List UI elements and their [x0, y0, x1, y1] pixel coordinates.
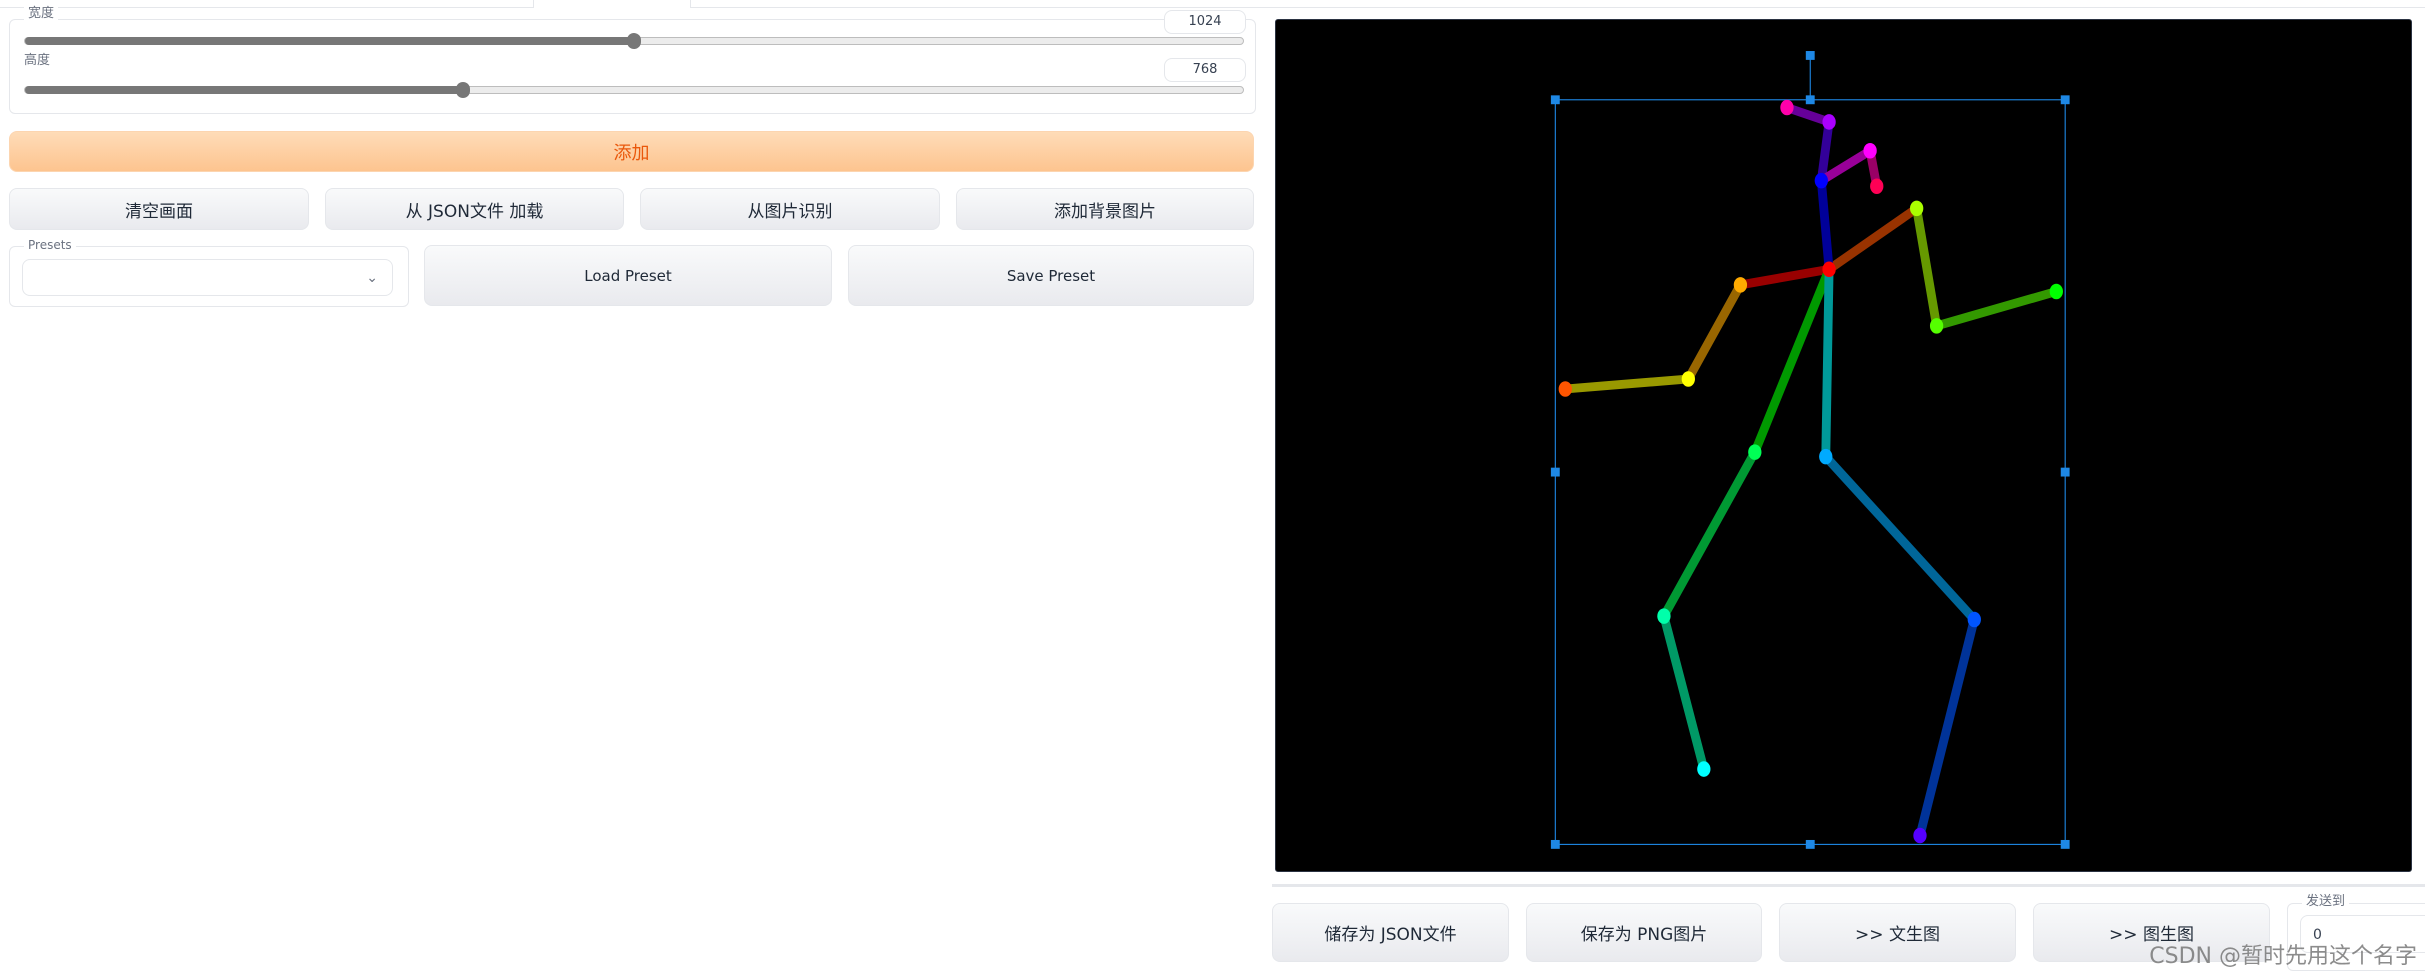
keypoint-right-ear[interactable]	[1780, 99, 1794, 116]
selection-box	[1554, 99, 2066, 845]
tab-inactive-right[interactable]	[690, 0, 2425, 8]
limb-left_hip-left_knee	[1821, 452, 1979, 624]
limb-right_hip-right_knee	[1659, 447, 1760, 621]
limb-neck-left_shoulder	[1824, 203, 1922, 274]
keypoint-right-wrist[interactable]	[1558, 381, 1572, 397]
limb-neck-right_hip	[1750, 264, 1834, 457]
tab-bar	[0, 0, 2425, 8]
send-to-txt2img-button[interactable]: >> 文生图	[1779, 903, 2016, 962]
save-png-button[interactable]: 保存为 PNG图片	[1526, 903, 1762, 962]
width-slider[interactable]	[24, 33, 1244, 49]
keypoint-right-eye[interactable]	[1822, 114, 1836, 130]
limb-neck-left_hip	[1821, 264, 1834, 462]
keypoint-right-ankle[interactable]	[1697, 761, 1711, 777]
keypoint-left-wrist[interactable]	[2049, 283, 2063, 300]
add-background-button[interactable]: 添加背景图片	[956, 188, 1254, 230]
presets-label: Presets	[24, 238, 76, 252]
keypoint-left-shoulder[interactable]	[1910, 200, 1924, 217]
keypoint-left-eye[interactable]	[1863, 142, 1877, 159]
keypoint-left-ankle[interactable]	[1913, 827, 1927, 844]
keypoint-right-knee[interactable]	[1657, 608, 1671, 624]
resize-handle[interactable]	[1550, 467, 1560, 477]
resize-handle[interactable]	[2060, 839, 2070, 849]
pose-canvas[interactable]	[1275, 19, 2412, 872]
keypoint-left-hip[interactable]	[1819, 448, 1833, 465]
resize-handle[interactable]	[1550, 95, 1560, 105]
width-label: 宽度	[24, 7, 59, 21]
pose-skeleton[interactable]	[1276, 20, 2411, 871]
limb-right_elbow-right_wrist	[1560, 374, 1693, 394]
limb-neck-nose	[1816, 176, 1834, 274]
send-to-label: 发送到	[2302, 895, 2350, 909]
height-number-input[interactable]: 768	[1164, 58, 1246, 82]
keypoint-nose[interactable]	[1814, 172, 1828, 189]
resize-handle[interactable]	[2060, 95, 2070, 105]
height-slider-thumb[interactable]	[456, 82, 471, 98]
limb-left_knee-left_ankle	[1915, 615, 1979, 840]
keypoint-left-knee[interactable]	[1967, 611, 1981, 628]
width-number-input[interactable]: 1024	[1164, 10, 1246, 34]
load-preset-button[interactable]: Load Preset	[424, 245, 832, 306]
resize-handle[interactable]	[1805, 839, 1815, 849]
limb-right_shoulder-right_elbow	[1683, 280, 1745, 384]
resize-handle[interactable]	[1805, 95, 1815, 105]
height-label: 高度	[24, 53, 51, 68]
height-slider-fill	[25, 86, 464, 94]
size-controls-panel: 宽度 1024 高度 768	[9, 7, 1256, 114]
save-json-button[interactable]: 储存为 JSON文件	[1272, 903, 1509, 962]
rotate-handle[interactable]	[1805, 51, 1815, 60]
add-button[interactable]: 添加	[9, 131, 1254, 172]
resize-handle[interactable]	[2060, 467, 2070, 477]
chevron-down-icon: ⌄	[366, 270, 378, 286]
width-slider-thumb[interactable]	[627, 33, 641, 49]
keypoint-right-shoulder[interactable]	[1733, 277, 1748, 293]
tab-active[interactable]	[535, 0, 689, 7]
limb-left_shoulder-left_elbow	[1912, 203, 1942, 331]
height-slider[interactable]	[24, 82, 1244, 98]
keypoint-right-elbow[interactable]	[1681, 371, 1695, 387]
load-json-button[interactable]: 从 JSON文件 加载	[325, 188, 624, 230]
keypoint-left-elbow[interactable]	[1929, 318, 1944, 334]
keypoint-right-hip[interactable]	[1748, 444, 1762, 460]
watermark: CSDN @暂时先用这个名字	[2149, 944, 2417, 969]
presets-select[interactable]: ⌄	[22, 259, 393, 296]
keypoint-neck[interactable]	[1822, 261, 1836, 278]
clear-canvas-button[interactable]: 清空画面	[9, 188, 309, 230]
keypoint-left-ear[interactable]	[1870, 178, 1884, 194]
detect-from-image-button[interactable]: 从图片识别	[640, 188, 940, 230]
limb-left_elbow-left_wrist	[1932, 287, 2061, 331]
width-slider-fill	[25, 37, 634, 45]
presets-group: Presets ⌄	[9, 238, 409, 307]
limb-right_knee-right_ankle	[1659, 611, 1709, 774]
save-preset-button[interactable]: Save Preset	[848, 245, 1254, 306]
divider	[1272, 884, 2425, 887]
limb-neck-right_shoulder	[1735, 264, 1834, 290]
resize-handle[interactable]	[1550, 839, 1560, 849]
tab-inactive-left[interactable]	[0, 0, 534, 8]
